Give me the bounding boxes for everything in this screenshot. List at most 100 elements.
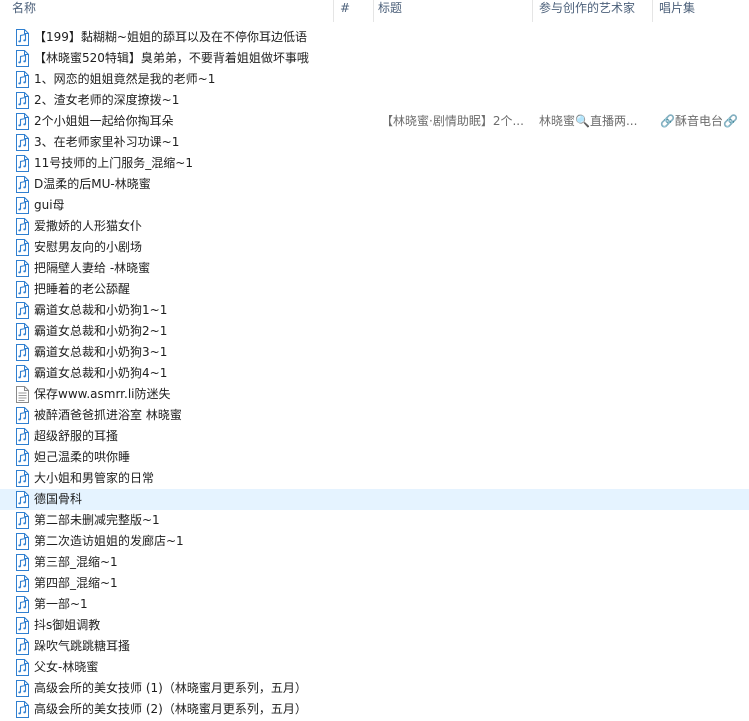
file-name: 安慰男友向的小剧场 bbox=[34, 240, 143, 254]
file-row[interactable]: 第二次造访姐姐的发廊店~1 bbox=[0, 531, 749, 552]
column-header-artist[interactable]: 参与创作的艺术家 bbox=[539, 0, 649, 22]
column-divider[interactable] bbox=[532, 0, 533, 22]
file-row[interactable]: 3、在老师家里补习功课~1 bbox=[0, 132, 749, 153]
column-header-album[interactable]: 唱片集 bbox=[659, 0, 749, 22]
audio-file-icon bbox=[14, 407, 30, 424]
audio-file-icon bbox=[14, 281, 30, 298]
file-name: 跺吹气跳跳糖耳搔 bbox=[34, 639, 131, 653]
file-row[interactable]: 霸道女总裁和小奶狗4~1 bbox=[0, 363, 749, 384]
file-row[interactable]: 高级会所的美女技师 (2)（林晓蜜月更系列，五月） bbox=[0, 699, 749, 720]
file-row[interactable]: 第四部_混缩~1 bbox=[0, 573, 749, 594]
file-title: 【林晓蜜·剧情助眠】2个... bbox=[381, 114, 524, 128]
audio-file-icon bbox=[14, 344, 30, 361]
file-row[interactable]: gui母 bbox=[0, 195, 749, 216]
file-row[interactable]: 把隔壁人妻给 -林晓蜜 bbox=[0, 258, 749, 279]
audio-file-icon bbox=[14, 71, 30, 88]
file-name: 【林晓蜜520特辑】臭弟弟，不要背着姐姐做坏事哦 bbox=[34, 51, 309, 65]
audio-file-icon bbox=[14, 617, 30, 634]
audio-file-icon bbox=[14, 449, 30, 466]
audio-file-icon bbox=[14, 197, 30, 214]
file-row[interactable]: 爱撒娇的人形猫女仆 bbox=[0, 216, 749, 237]
file-name: 大小姐和男管家的日常 bbox=[34, 471, 155, 485]
column-divider[interactable] bbox=[652, 0, 653, 22]
column-divider[interactable] bbox=[373, 0, 374, 22]
text-file-icon bbox=[14, 386, 30, 403]
audio-file-icon bbox=[14, 113, 30, 130]
audio-file-icon bbox=[14, 365, 30, 382]
file-name: 高级会所的美女技师 (1)（林晓蜜月更系列，五月） bbox=[34, 681, 307, 695]
file-row[interactable]: 抖s御姐调教 bbox=[0, 615, 749, 636]
file-row[interactable]: 大小姐和男管家的日常 bbox=[0, 468, 749, 489]
file-album: 🔗酥音电台🔗 bbox=[660, 114, 738, 128]
audio-file-icon bbox=[14, 134, 30, 151]
file-row[interactable]: 超级舒服的耳搔 bbox=[0, 426, 749, 447]
file-name: D温柔的后MU-林晓蜜 bbox=[34, 177, 151, 191]
file-name: 11号技师的上门服务_混缩~1 bbox=[34, 156, 193, 170]
column-header-name[interactable]: 名称 bbox=[12, 0, 330, 22]
file-row[interactable]: 1、网恋的姐姐竟然是我的老师~1 bbox=[0, 69, 749, 90]
file-name: 抖s御姐调教 bbox=[34, 618, 101, 632]
file-name: 第四部_混缩~1 bbox=[34, 576, 118, 590]
file-name: 把睡着的老公舔醒 bbox=[34, 282, 131, 296]
file-row[interactable]: 【199】黏糊糊~姐姐的舔耳以及在不停你耳边低语 bbox=[0, 27, 749, 48]
file-name: 3、在老师家里补习功课~1 bbox=[34, 135, 180, 149]
file-row[interactable]: 2、渣女老师的深度撩拨~1 bbox=[0, 90, 749, 111]
audio-file-icon bbox=[14, 701, 30, 718]
file-row[interactable]: 父女-林晓蜜 bbox=[0, 657, 749, 678]
file-row[interactable]: 高级会所的美女技师 (1)（林晓蜜月更系列，五月） bbox=[0, 678, 749, 699]
audio-file-icon bbox=[14, 680, 30, 697]
audio-file-icon bbox=[14, 50, 30, 67]
file-name: 第二次造访姐姐的发廊店~1 bbox=[34, 534, 184, 548]
file-name: 德国骨科 bbox=[34, 492, 83, 506]
file-name: 霸道女总裁和小奶狗4~1 bbox=[34, 366, 168, 380]
audio-file-icon bbox=[14, 575, 30, 592]
file-row[interactable]: 霸道女总裁和小奶狗2~1 bbox=[0, 321, 749, 342]
file-row[interactable]: 把睡着的老公舔醒 bbox=[0, 279, 749, 300]
audio-file-icon bbox=[14, 533, 30, 550]
file-name: 第二部未删减完整版~1 bbox=[34, 513, 160, 527]
file-name: 霸道女总裁和小奶狗3~1 bbox=[34, 345, 168, 359]
file-name: 【199】黏糊糊~姐姐的舔耳以及在不停你耳边低语 bbox=[34, 30, 307, 44]
column-header-title[interactable]: 标题 bbox=[378, 0, 528, 22]
file-name: 2个小姐姐一起给你掏耳朵 bbox=[34, 114, 174, 128]
audio-file-icon bbox=[14, 659, 30, 676]
file-name: 超级舒服的耳搔 bbox=[34, 429, 119, 443]
audio-file-icon bbox=[14, 491, 30, 508]
audio-file-icon bbox=[14, 239, 30, 256]
file-row[interactable]: 保存www.asmrr.li防迷失 bbox=[0, 384, 749, 405]
file-row[interactable]: 11号技师的上门服务_混缩~1 bbox=[0, 153, 749, 174]
file-row[interactable]: 德国骨科 bbox=[0, 489, 749, 510]
file-name: 把隔壁人妻给 -林晓蜜 bbox=[34, 261, 151, 275]
file-name: 1、网恋的姐姐竟然是我的老师~1 bbox=[34, 72, 216, 86]
file-name: 高级会所的美女技师 (2)（林晓蜜月更系列，五月） bbox=[34, 702, 307, 716]
file-name: 第一部~1 bbox=[34, 597, 88, 611]
file-row[interactable]: 【林晓蜜520特辑】臭弟弟，不要背着姐姐做坏事哦 bbox=[0, 48, 749, 69]
file-row[interactable]: 安慰男友向的小剧场 bbox=[0, 237, 749, 258]
file-row[interactable]: 第二部未删减完整版~1 bbox=[0, 510, 749, 531]
audio-file-icon bbox=[14, 470, 30, 487]
file-name: 第三部_混缩~1 bbox=[34, 555, 118, 569]
file-row[interactable]: 第三部_混缩~1 bbox=[0, 552, 749, 573]
file-row[interactable]: 2个小姐姐一起给你掏耳朵 【林晓蜜·剧情助眠】2个... 林晓蜜🔍直播两... 🔗酥音… bbox=[0, 111, 749, 132]
audio-file-icon bbox=[14, 638, 30, 655]
audio-file-icon bbox=[14, 260, 30, 277]
column-header-bar: 名称 # 标题 参与创作的艺术家 唱片集 bbox=[0, 0, 749, 22]
file-row[interactable]: 霸道女总裁和小奶狗1~1 bbox=[0, 300, 749, 321]
file-row[interactable]: 霸道女总裁和小奶狗3~1 bbox=[0, 342, 749, 363]
audio-file-icon bbox=[14, 512, 30, 529]
file-row[interactable]: 被醉酒爸爸抓进浴室 林晓蜜 bbox=[0, 405, 749, 426]
file-row[interactable]: 第一部~1 bbox=[0, 594, 749, 615]
audio-file-icon bbox=[14, 218, 30, 235]
audio-file-icon bbox=[14, 428, 30, 445]
file-name: 被醉酒爸爸抓进浴室 林晓蜜 bbox=[34, 408, 182, 422]
file-name: 保存www.asmrr.li防迷失 bbox=[34, 387, 171, 401]
file-row[interactable]: 跺吹气跳跳糖耳搔 bbox=[0, 636, 749, 657]
column-header-number[interactable]: # bbox=[340, 0, 370, 22]
file-name: 2、渣女老师的深度撩拨~1 bbox=[34, 93, 180, 107]
file-name: 爱撒娇的人形猫女仆 bbox=[34, 219, 143, 233]
file-row[interactable]: D温柔的后MU-林晓蜜 bbox=[0, 174, 749, 195]
column-divider[interactable] bbox=[333, 0, 334, 22]
file-row[interactable]: 妲己温柔的哄你睡 bbox=[0, 447, 749, 468]
file-artist: 林晓蜜🔍直播两... bbox=[539, 114, 638, 128]
file-name: 霸道女总裁和小奶狗2~1 bbox=[34, 324, 168, 338]
